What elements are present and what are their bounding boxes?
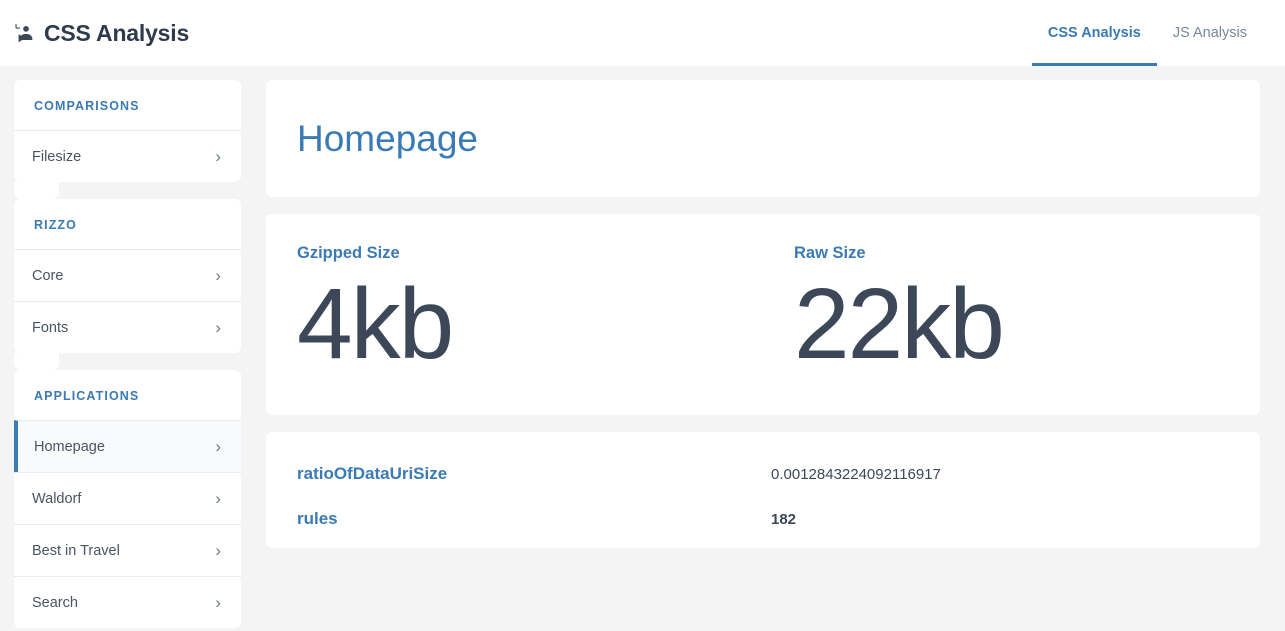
sidebar-group-applications: APPLICATIONS Homepage › Waldorf › Best i… <box>14 370 241 628</box>
chevron-right-icon: › <box>215 319 221 336</box>
stat-label: Gzipped Size <box>297 244 763 263</box>
size-stats: Gzipped Size 4kb Raw Size 22kb <box>266 214 1260 415</box>
tab-css-analysis-label: CSS Analysis <box>1048 25 1141 41</box>
brand: CSS Analysis <box>14 0 189 66</box>
metric-key: ratioOfDataUriSize <box>297 464 771 484</box>
sidebar-group-title-rizzo: RIZZO <box>14 199 241 249</box>
sidebar-group-comparisons: COMPARISONS Filesize › <box>14 80 241 182</box>
sidebar-group-title-comparisons: COMPARISONS <box>14 80 241 130</box>
sidebar-item-label: Core <box>32 268 215 284</box>
sidebar-group-rizzo: RIZZO Core › Fonts › <box>14 199 241 353</box>
presentation-person-icon <box>14 23 36 45</box>
chevron-right-icon: › <box>215 438 221 455</box>
sidebar-item-label: Search <box>32 595 215 611</box>
page-title: Homepage <box>266 80 1260 197</box>
metric-value: 0.0012843224092116917 <box>771 466 941 483</box>
chevron-right-icon: › <box>215 267 221 284</box>
metric-key: rules <box>297 509 771 529</box>
sidebar-item-waldorf[interactable]: Waldorf › <box>14 472 241 524</box>
app-header: CSS Analysis CSS Analysis JS Analysis <box>0 0 1285 66</box>
sidebar-item-search[interactable]: Search › <box>14 576 241 628</box>
chevron-right-icon: › <box>215 490 221 507</box>
chevron-right-icon: › <box>215 594 221 611</box>
stat-gzipped-size: Gzipped Size 4kb <box>266 244 763 379</box>
metric-row-ratioofdataurisize: ratioOfDataUriSize 0.0012843224092116917 <box>266 432 1260 490</box>
brand-title: CSS Analysis <box>44 22 189 45</box>
main-content: Homepage Gzipped Size 4kb Raw Size 22kb … <box>255 66 1285 565</box>
stat-value: 4kb <box>297 269 763 379</box>
page-layout: COMPARISONS Filesize › RIZZO Core › Font… <box>0 66 1285 631</box>
sidebar-group-title-applications: APPLICATIONS <box>14 370 241 420</box>
stat-label: Raw Size <box>794 244 1260 263</box>
stat-value: 22kb <box>794 269 1260 379</box>
stat-raw-size: Raw Size 22kb <box>763 244 1260 379</box>
sidebar-item-label: Filesize <box>32 149 215 165</box>
sidebar-item-label: Homepage <box>34 439 215 455</box>
metric-row-rules: rules 182 <box>266 490 1260 548</box>
page-title-card: Homepage <box>266 80 1260 197</box>
metrics-card: ratioOfDataUriSize 0.0012843224092116917… <box>266 432 1260 548</box>
sidebar: COMPARISONS Filesize › RIZZO Core › Font… <box>0 66 255 628</box>
sidebar-item-best-in-travel[interactable]: Best in Travel › <box>14 524 241 576</box>
sidebar-item-core[interactable]: Core › <box>14 249 241 301</box>
tab-js-analysis[interactable]: JS Analysis <box>1157 0 1263 66</box>
metric-value: 182 <box>771 511 796 528</box>
header-nav: CSS Analysis JS Analysis <box>1032 0 1285 66</box>
size-stats-card: Gzipped Size 4kb Raw Size 22kb <box>266 214 1260 415</box>
sidebar-item-fonts[interactable]: Fonts › <box>14 301 241 353</box>
chevron-right-icon: › <box>215 542 221 559</box>
sidebar-item-label: Waldorf <box>32 491 215 507</box>
chevron-right-icon: › <box>215 148 221 165</box>
sidebar-item-label: Fonts <box>32 320 215 336</box>
sidebar-item-homepage[interactable]: Homepage › <box>14 420 241 472</box>
sidebar-item-filesize[interactable]: Filesize › <box>14 130 241 182</box>
tab-js-analysis-label: JS Analysis <box>1173 25 1247 41</box>
tab-css-analysis[interactable]: CSS Analysis <box>1032 0 1157 66</box>
sidebar-item-label: Best in Travel <box>32 543 215 559</box>
